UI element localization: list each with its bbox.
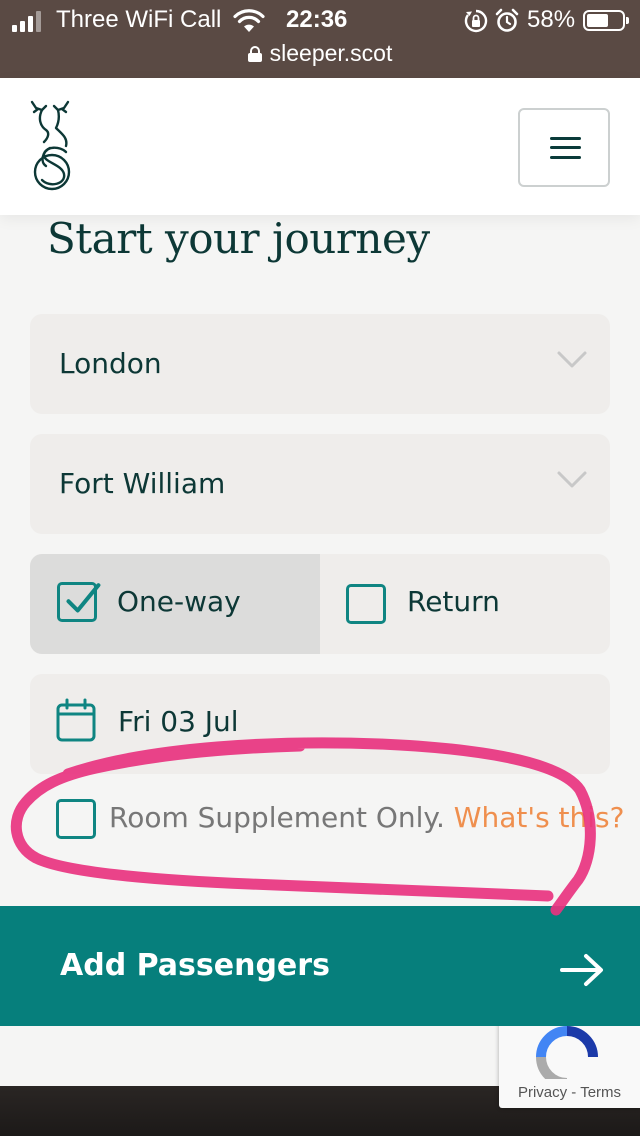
lock-icon [247,46,262,62]
date-value: Fri 03 Jul [118,705,239,738]
from-station-select[interactable]: London [30,314,610,414]
stag-s-logo[interactable] [28,100,80,194]
recaptcha-links: Privacy - Terms [499,1084,640,1101]
arrow-right-icon [560,954,603,986]
add-passengers-button[interactable]: Add Passengers [0,906,640,1026]
link-separator: - [567,1084,581,1101]
return-checkbox[interactable] [346,584,386,624]
recaptcha-icon [536,1026,598,1079]
battery-percent: 58% [527,6,576,33]
signal-icon [12,10,41,32]
status-bar: Three WiFi Call 22:36 58% sleeper.scot [0,0,640,78]
clock-time: 22:36 [286,6,348,33]
one-way-label: One-way [117,585,241,618]
site-header [0,78,640,215]
chevron-down-icon [557,351,587,368]
room-supplement-checkbox[interactable] [56,799,96,839]
terms-link[interactable]: Terms [580,1084,621,1101]
from-station-value: London [59,347,162,380]
date-picker[interactable]: Fri 03 Jul [30,674,610,774]
whats-this-link[interactable]: What's this? [454,801,625,834]
calendar-icon [56,698,96,742]
menu-button[interactable] [518,108,610,187]
one-way-option[interactable]: One-way [30,554,320,654]
to-station-value: Fort William [59,467,226,500]
recaptcha-badge[interactable]: Privacy - Terms [499,1017,640,1108]
checkmark-icon [66,583,101,613]
wifi-icon [233,9,265,32]
page-title: Start your journey [47,214,430,263]
rotation-lock-icon [464,9,488,33]
trip-type-toggle: One-way Return [30,554,610,654]
return-option[interactable]: Return [320,554,610,654]
chevron-down-icon [557,471,587,488]
carrier-name: Three WiFi Call [56,6,222,33]
return-label: Return [407,585,500,618]
to-station-select[interactable]: Fort William [30,434,610,534]
add-passengers-label: Add Passengers [60,948,330,983]
battery-icon [583,10,629,31]
url-text: sleeper.scot [269,40,393,66]
one-way-checkbox[interactable] [57,582,101,622]
room-supplement-label: Room Supplement Only. What's this? [109,801,625,834]
room-supplement-text: Room Supplement Only. [109,801,445,834]
url-bar[interactable]: sleeper.scot [0,40,640,67]
alarm-icon [495,8,519,32]
privacy-link[interactable]: Privacy [518,1084,567,1101]
